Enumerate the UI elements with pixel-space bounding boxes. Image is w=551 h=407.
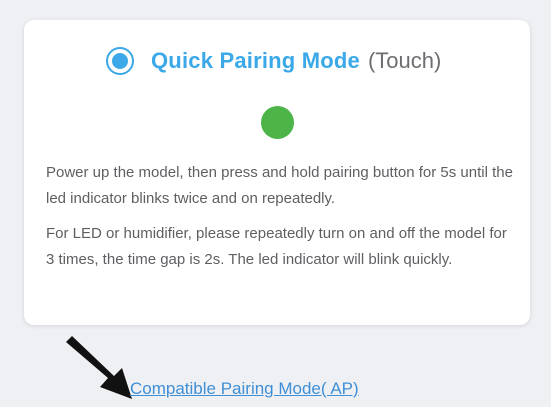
radio-dot xyxy=(112,53,128,69)
instruction-text-1: Power up the model, then press and hold … xyxy=(46,164,513,207)
instruction-text-2: For LED or humidifier, please repeatedly… xyxy=(46,225,507,268)
quick-pairing-card[interactable]: Quick Pairing Mode (Touch) Power up the … xyxy=(24,20,530,325)
compatible-pairing-mode-link[interactable]: Compatible Pairing Mode( AP) xyxy=(130,379,359,399)
pairing-mode-screen: Quick Pairing Mode (Touch) Power up the … xyxy=(0,0,551,407)
quick-pairing-mode-option[interactable]: Quick Pairing Mode (Touch) xyxy=(106,46,441,76)
mode-title: Quick Pairing Mode xyxy=(151,48,360,73)
radio-selected-icon[interactable] xyxy=(106,47,134,75)
led-indicator-icon xyxy=(261,106,294,139)
mode-subtitle: (Touch) xyxy=(367,48,442,73)
pointer-arrow-icon xyxy=(66,336,132,399)
